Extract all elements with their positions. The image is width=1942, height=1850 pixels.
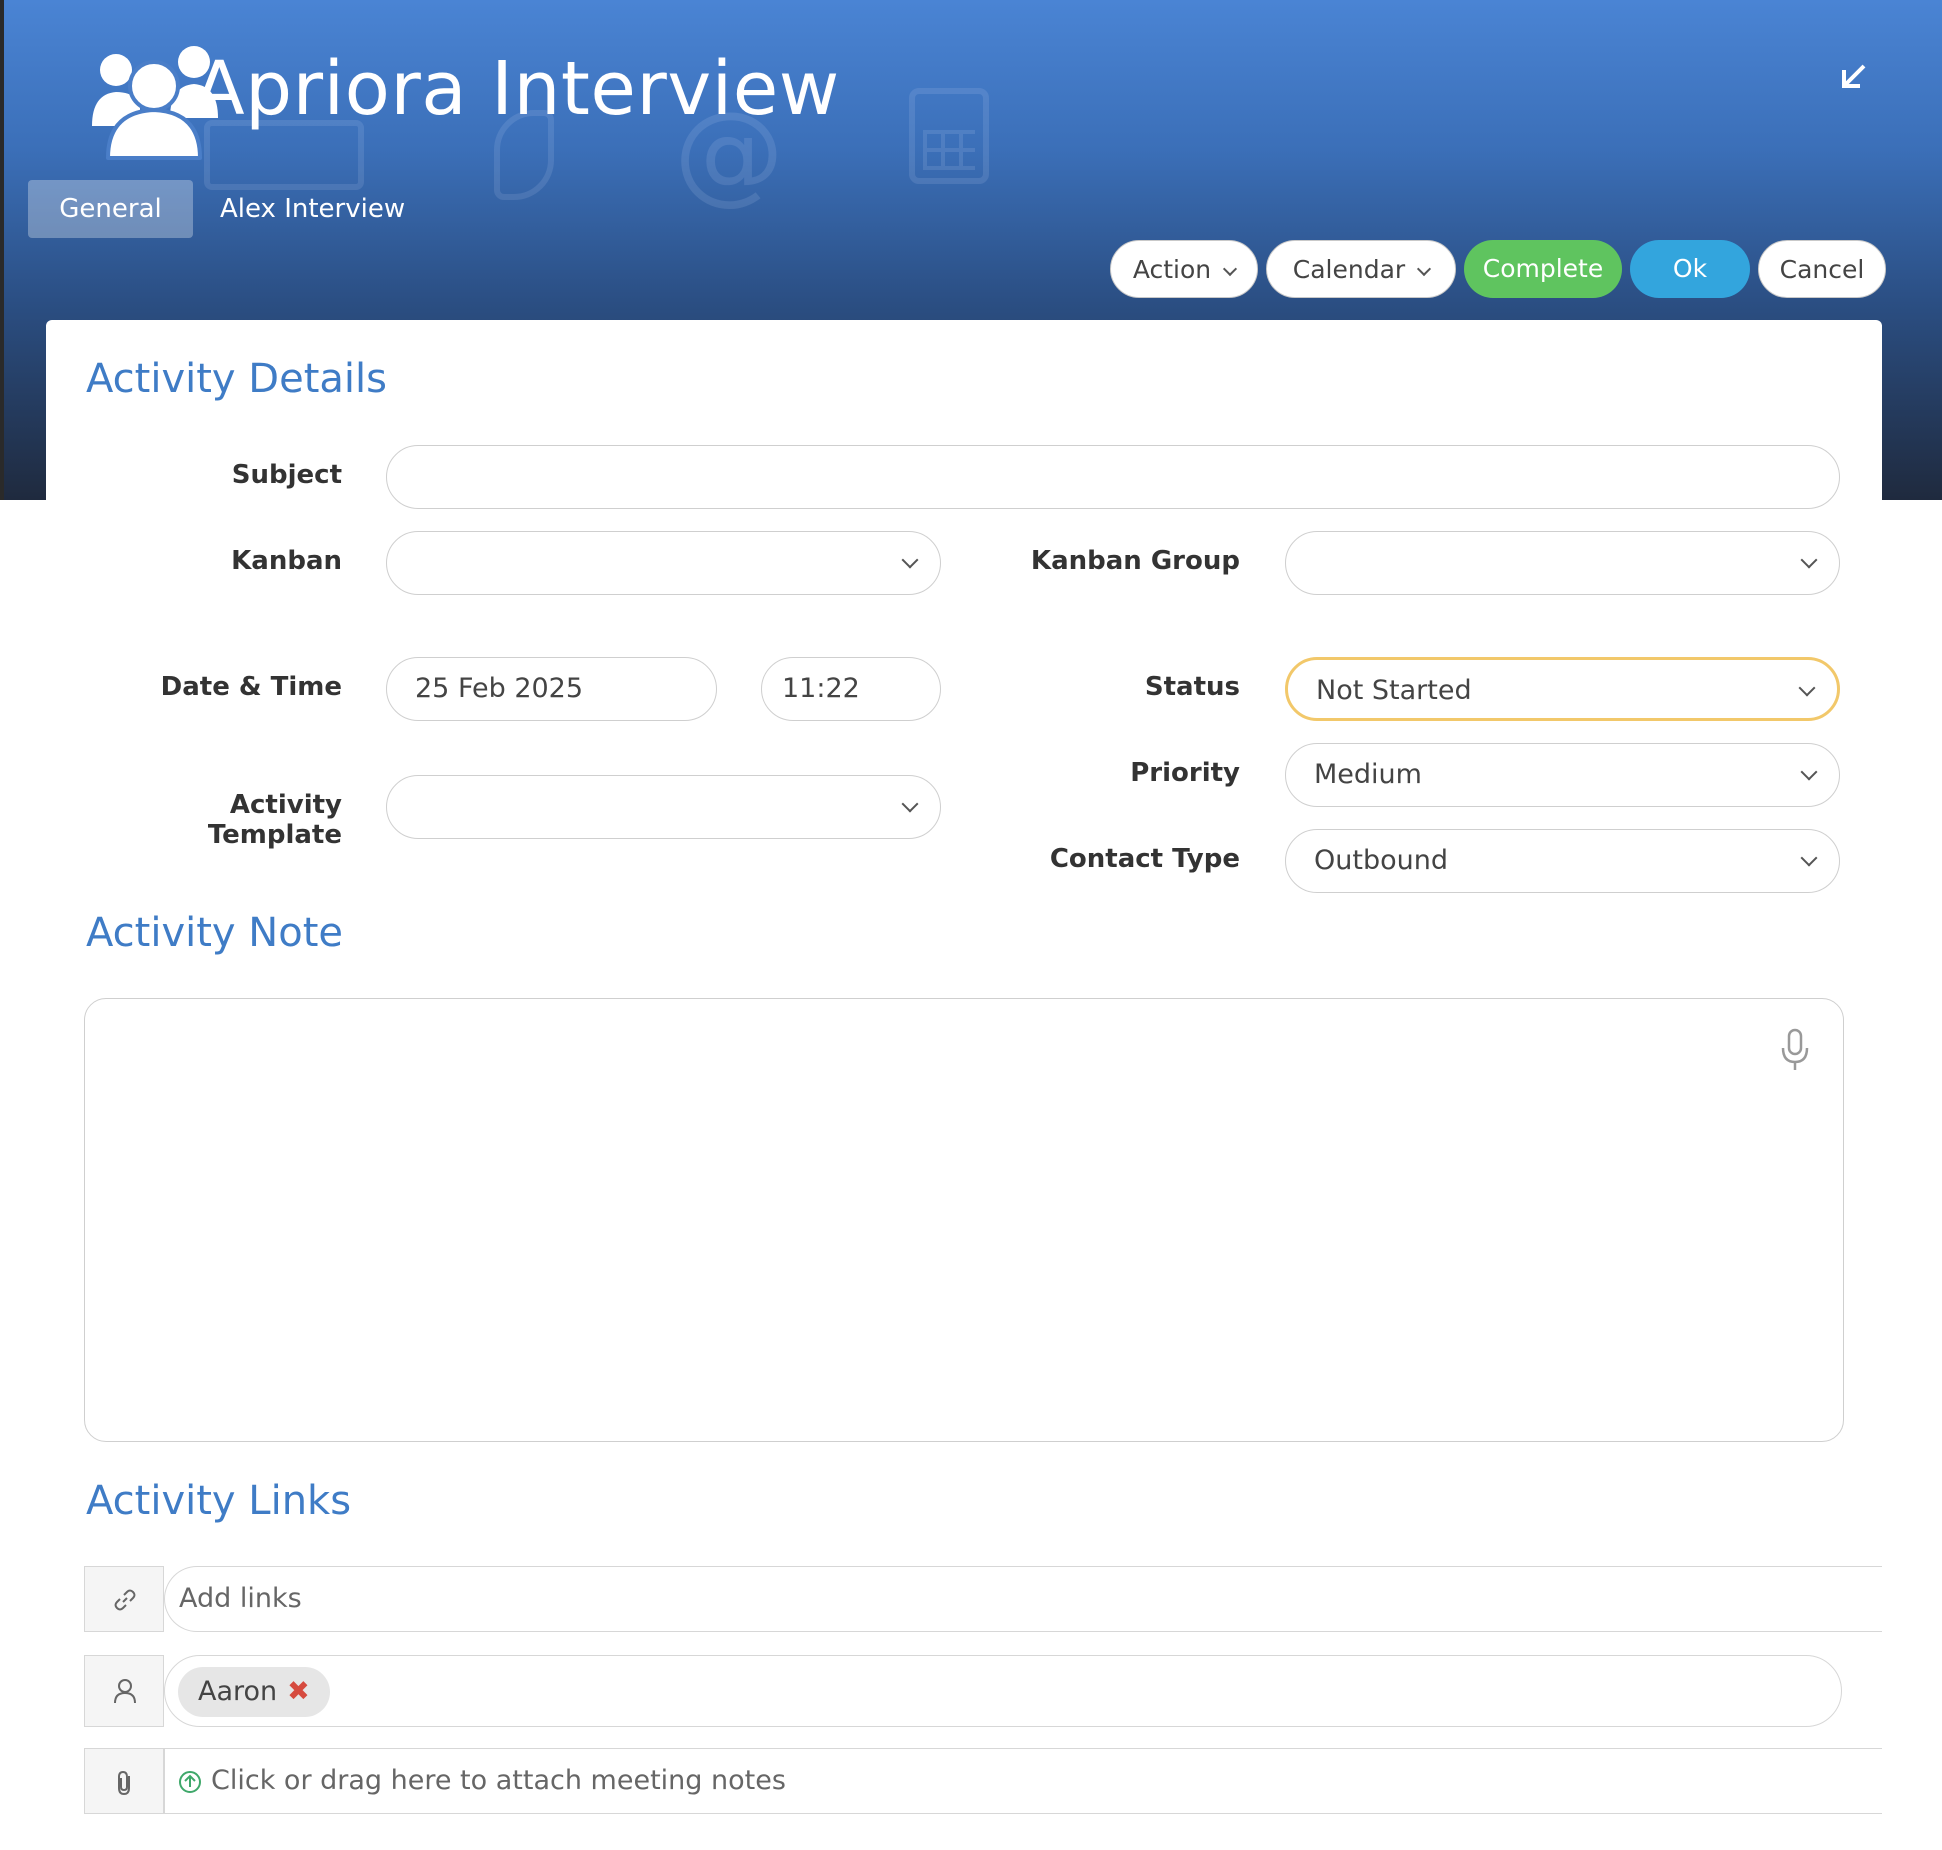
time-input[interactable]: 11:22	[761, 657, 941, 721]
attach-notes-dropzone[interactable]: Click or drag here to attach meeting not…	[164, 1748, 1882, 1814]
complete-button[interactable]: Complete	[1464, 240, 1622, 298]
link-icon-box	[84, 1566, 164, 1632]
action-button-label: Action	[1132, 255, 1212, 284]
activity-note-title: Activity Note	[86, 910, 343, 956]
paperclip-icon-box	[84, 1748, 164, 1814]
ok-button[interactable]: Ok	[1630, 240, 1750, 298]
kanban-select[interactable]	[386, 531, 941, 595]
minimize-icon[interactable]	[1840, 62, 1868, 90]
attach-notes-text: Click or drag here to attach meeting not…	[211, 1765, 786, 1796]
date-input[interactable]: 25 Feb 2025	[386, 657, 717, 721]
window-title: Apriora Interview	[194, 46, 840, 132]
date-time-label: Date & Time	[160, 672, 342, 702]
contact-chip-name: Aaron	[198, 1676, 278, 1707]
status-select[interactable]: Not Started	[1285, 657, 1840, 721]
remove-icon[interactable]: ✖	[287, 1676, 310, 1707]
activity-links-title: Activity Links	[86, 1478, 352, 1524]
microphone-icon[interactable]	[1780, 1028, 1810, 1072]
link-icon	[114, 1589, 136, 1611]
calendar-button[interactable]: Calendar	[1266, 240, 1456, 298]
activity-details-title: Activity Details	[86, 356, 387, 402]
calendar-decoration	[909, 88, 989, 184]
add-links-input[interactable]: Add links	[164, 1566, 1882, 1632]
chevron-down-icon	[1417, 261, 1432, 277]
tab-general[interactable]: General	[28, 180, 193, 238]
calendar-button-label: Calendar	[1292, 255, 1406, 284]
status-label: Status	[1144, 672, 1240, 702]
chevron-down-icon	[1223, 261, 1238, 277]
activity-note-textarea[interactable]	[84, 998, 1844, 1442]
priority-label: Priority	[1130, 758, 1240, 788]
contact-chip: Aaron ✖	[178, 1667, 330, 1717]
cancel-button[interactable]: Cancel	[1758, 240, 1886, 298]
priority-select[interactable]: Medium	[1285, 743, 1840, 807]
activity-template-select[interactable]	[386, 775, 941, 839]
kanban-group-label: Kanban Group	[1030, 546, 1240, 576]
tab-alex-interview[interactable]: Alex Interview	[194, 180, 431, 238]
contact-type-label: Contact Type	[1049, 844, 1240, 874]
subject-input[interactable]	[386, 445, 1840, 509]
kanban-label: Kanban	[231, 546, 342, 576]
paperclip-icon	[118, 1770, 130, 1796]
contact-type-select[interactable]: Outbound	[1285, 829, 1840, 893]
subject-label: Subject	[231, 460, 342, 490]
upload-cloud-icon	[179, 1770, 201, 1793]
action-button[interactable]: Action	[1110, 240, 1258, 298]
person-icon	[114, 1679, 136, 1704]
kanban-group-select[interactable]	[1285, 531, 1840, 595]
contacts-input[interactable]	[164, 1655, 1842, 1727]
person-icon-box	[84, 1655, 164, 1727]
activity-template-label: Activity Template	[207, 790, 342, 850]
